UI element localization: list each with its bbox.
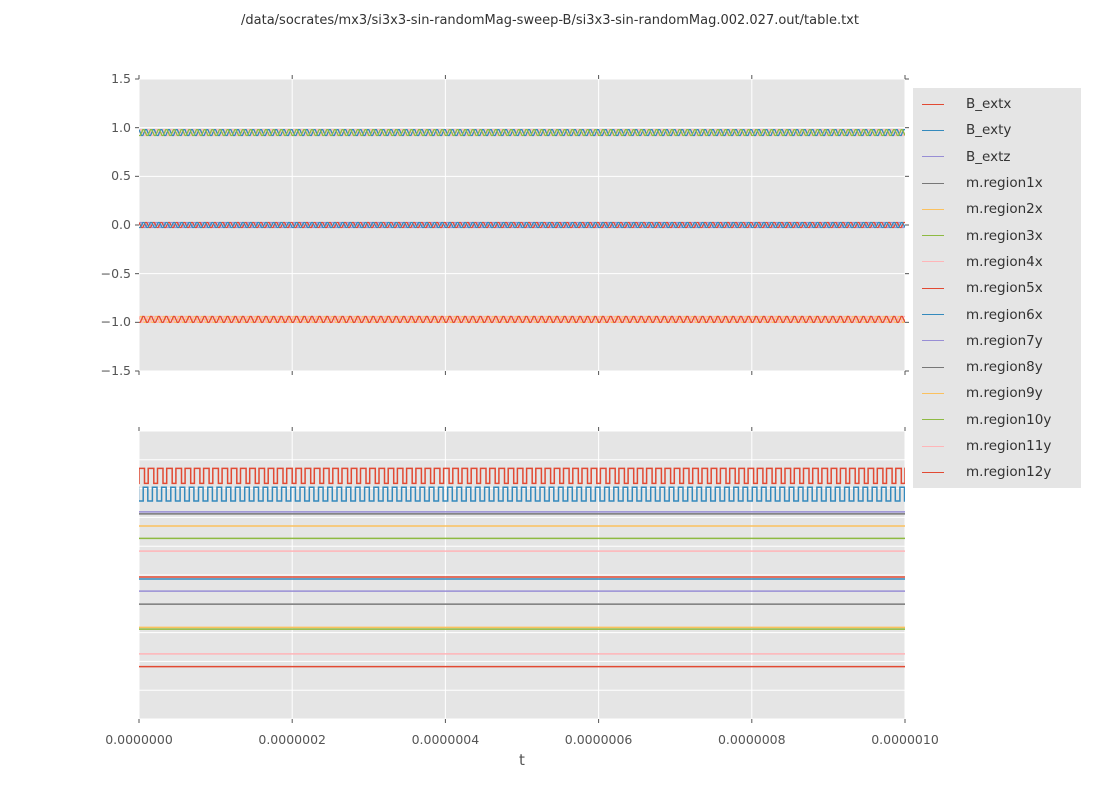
legend-item: m.region7y <box>913 328 1081 354</box>
legend-label: m.region9y <box>966 385 1043 401</box>
top-plot-y-tick-label: −1.0 <box>71 314 131 329</box>
legend-label: m.region11y <box>966 438 1051 454</box>
legend-line-swatch <box>922 235 944 236</box>
legend-label: m.region8y <box>966 359 1043 375</box>
legend-label: m.region2x <box>966 201 1043 217</box>
legend-line-swatch <box>922 314 944 315</box>
legend-item: m.region6x <box>913 301 1081 327</box>
legend-item: m.region1x <box>913 170 1081 196</box>
legend-line-swatch <box>922 446 944 447</box>
x-tick-label: 0.0000002 <box>247 732 337 747</box>
legend-label: m.region10y <box>966 412 1051 428</box>
x-tick-label: 0.0000004 <box>400 732 490 747</box>
legend-label: B_exty <box>966 122 1011 138</box>
legend-item: m.region12y <box>913 459 1081 485</box>
legend-label: B_extz <box>966 149 1010 165</box>
legend-line-swatch <box>922 156 944 157</box>
x-tick-label: 0.0000008 <box>707 732 797 747</box>
legend-label: m.region1x <box>966 175 1043 191</box>
x-tick-label: 0.0000010 <box>860 732 950 747</box>
legend-label: m.region4x <box>966 254 1043 270</box>
legend-item: B_extx <box>913 91 1081 117</box>
top-plot-y-tick-label: 1.0 <box>71 120 131 135</box>
legend-line-swatch <box>922 104 944 105</box>
legend-line-swatch <box>922 209 944 210</box>
legend: B_extx B_exty B_extz m.region1x m.region2x m.… <box>913 88 1081 488</box>
legend-line-swatch <box>922 393 944 394</box>
legend-line-swatch <box>922 367 944 368</box>
legend-label: m.region7y <box>966 333 1043 349</box>
legend-line-swatch <box>922 261 944 262</box>
top-plot-y-tick-label: −1.5 <box>71 363 131 378</box>
legend-label: B_extx <box>966 96 1011 112</box>
legend-line-swatch <box>922 288 944 289</box>
legend-item: m.region5x <box>913 275 1081 301</box>
legend-label: m.region6x <box>966 307 1043 323</box>
figure: /data/socrates/mx3/si3x3-sin-randomMag-s… <box>0 0 1100 800</box>
top-plot-y-tick-label: 1.5 <box>71 71 131 86</box>
legend-item: m.region10y <box>913 407 1081 433</box>
x-tick-label: 0.0000006 <box>554 732 644 747</box>
x-tick-label: 0.0000000 <box>94 732 184 747</box>
legend-item: m.region2x <box>913 196 1081 222</box>
legend-item: B_exty <box>913 117 1081 143</box>
legend-label: m.region5x <box>966 280 1043 296</box>
legend-line-swatch <box>922 419 944 420</box>
legend-item: m.region4x <box>913 249 1081 275</box>
top-plot-y-tick-label: 0.0 <box>71 217 131 232</box>
legend-line-swatch <box>922 472 944 473</box>
legend-item: B_extz <box>913 144 1081 170</box>
legend-label: m.region3x <box>966 228 1043 244</box>
x-axis-label: t <box>497 751 547 769</box>
top-plot-y-tick-label: 0.5 <box>71 168 131 183</box>
legend-item: m.region11y <box>913 433 1081 459</box>
top-plot-y-tick-label: −0.5 <box>71 266 131 281</box>
legend-line-swatch <box>922 340 944 341</box>
legend-item: m.region8y <box>913 354 1081 380</box>
legend-item: m.region9y <box>913 380 1081 406</box>
legend-line-swatch <box>922 130 944 131</box>
legend-label: m.region12y <box>966 464 1051 480</box>
legend-line-swatch <box>922 183 944 184</box>
legend-item: m.region3x <box>913 222 1081 248</box>
